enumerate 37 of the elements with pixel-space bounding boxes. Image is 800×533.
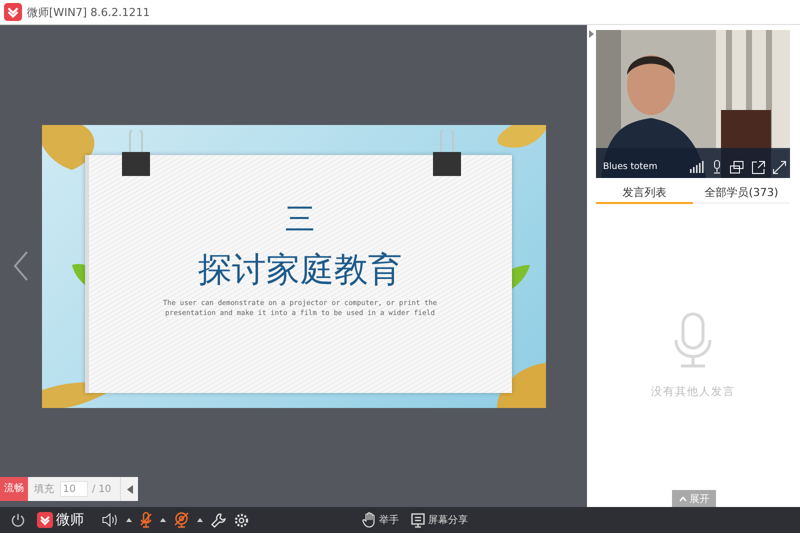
fullscreen-icon[interactable] xyxy=(773,160,786,174)
logo-icon xyxy=(4,3,22,21)
power-icon[interactable] xyxy=(11,513,25,527)
caret-icon[interactable] xyxy=(126,518,132,522)
hand-icon xyxy=(362,512,376,528)
screen-icon xyxy=(411,512,425,528)
speaker-icon[interactable] xyxy=(102,513,118,527)
caret-up-icon xyxy=(678,496,686,502)
logo-icon xyxy=(37,512,53,528)
caret-icon[interactable] xyxy=(160,518,166,522)
raise-hand-button[interactable]: 举手 xyxy=(362,512,399,528)
window-title: 微师[WIN7] 8.6.2.1211 xyxy=(27,4,150,20)
chevron-left-icon[interactable] xyxy=(13,251,29,281)
camera-off-icon[interactable] xyxy=(174,512,189,528)
participant-name: Blues totem xyxy=(603,162,658,172)
screen-share-button[interactable]: 屏幕分享 xyxy=(411,512,468,528)
microphone-icon xyxy=(673,312,713,368)
settings-icon[interactable] xyxy=(234,512,249,528)
binder-clip-icon xyxy=(432,130,462,178)
collapse-arrow-icon[interactable] xyxy=(589,30,594,38)
collapse-button[interactable] xyxy=(120,477,138,501)
empty-message: 没有其他人发言 xyxy=(651,384,735,399)
page-total: / 10 xyxy=(92,484,112,494)
fill-label: 填充 xyxy=(34,482,54,496)
microphone-icon[interactable] xyxy=(712,160,722,174)
wrench-icon[interactable] xyxy=(211,512,226,528)
caret-icon[interactable] xyxy=(197,518,203,522)
quality-badge[interactable]: 流畅 xyxy=(0,477,28,501)
signal-icon xyxy=(690,161,704,173)
brand-name: 微师 xyxy=(56,511,84,529)
muted-microphone-icon[interactable] xyxy=(140,512,152,528)
popout-icon[interactable] xyxy=(752,160,765,174)
caret-left-icon xyxy=(126,484,132,494)
binder-clip-icon xyxy=(120,130,150,178)
slide-number: 三 xyxy=(285,202,315,238)
switch-window-icon[interactable] xyxy=(730,160,744,174)
slide-title: 探讨家庭教育 xyxy=(198,250,402,290)
